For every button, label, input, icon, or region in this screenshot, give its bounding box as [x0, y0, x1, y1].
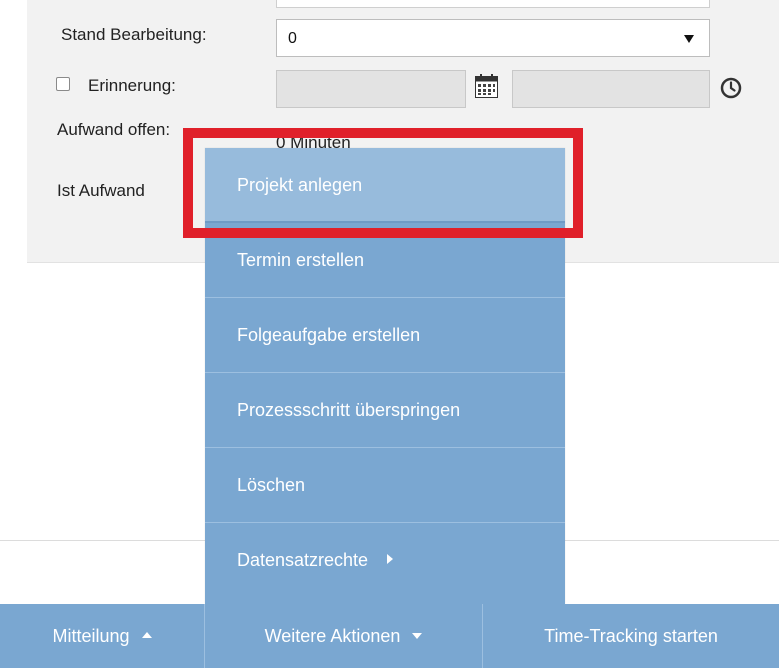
erinnerung-label: Erinnerung: [88, 76, 176, 95]
menu-item-label: Prozessschritt überspringen [237, 400, 461, 420]
menu-item-loeschen[interactable]: Löschen [205, 448, 565, 523]
menu-item-folgeaufgabe-erstellen[interactable]: Folgeaufgabe erstellen [205, 298, 565, 373]
erinnerung-checkbox[interactable] [56, 77, 70, 91]
menu-item-datensatzrechte[interactable]: Datensatzrechte [205, 523, 565, 598]
chevron-right-icon [387, 554, 394, 565]
weitere-aktionen-button[interactable]: Weitere Aktionen [205, 604, 483, 668]
erinnerung-date-field[interactable] [276, 70, 466, 108]
ist-aufwand-label: Ist Aufwand [57, 181, 145, 200]
menu-item-label: Folgeaufgabe erstellen [237, 325, 421, 345]
highlight-annotation [183, 128, 583, 238]
menu-item-label: Löschen [237, 475, 306, 495]
menu-item-label: Termin erstellen [237, 250, 365, 270]
aufwand-offen-label: Aufwand offen: [57, 120, 171, 139]
menu-item-prozessschritt-ueberspringen[interactable]: Prozessschritt überspringen [205, 373, 565, 448]
previous-field[interactable] [276, 0, 710, 8]
stand-bearbeitung-value: 0 [288, 30, 297, 47]
calendar-icon[interactable] [475, 74, 498, 98]
menu-item-label: Datensatzrechte [237, 550, 369, 570]
erinnerung-time-field[interactable] [512, 70, 710, 108]
caret-up-icon [141, 632, 152, 639]
clock-icon[interactable] [720, 77, 742, 99]
chevron-down-icon [684, 35, 694, 43]
stand-bearbeitung-label: Stand Bearbeitung: [61, 25, 207, 44]
screen: Stand Bearbeitung: 0 Erinnerung: Aufwand… [0, 0, 779, 668]
time-tracking-label: Time-Tracking starten [544, 626, 718, 646]
stand-bearbeitung-select[interactable]: 0 [276, 19, 710, 57]
bottom-toolbar: Mitteilung Weitere Aktionen Time-Trackin… [0, 604, 779, 668]
mitteilung-label: Mitteilung [52, 626, 130, 646]
caret-down-icon [412, 633, 423, 640]
mitteilung-button[interactable]: Mitteilung [0, 604, 205, 668]
weitere-aktionen-label: Weitere Aktionen [264, 626, 401, 646]
time-tracking-button[interactable]: Time-Tracking starten [483, 604, 779, 668]
